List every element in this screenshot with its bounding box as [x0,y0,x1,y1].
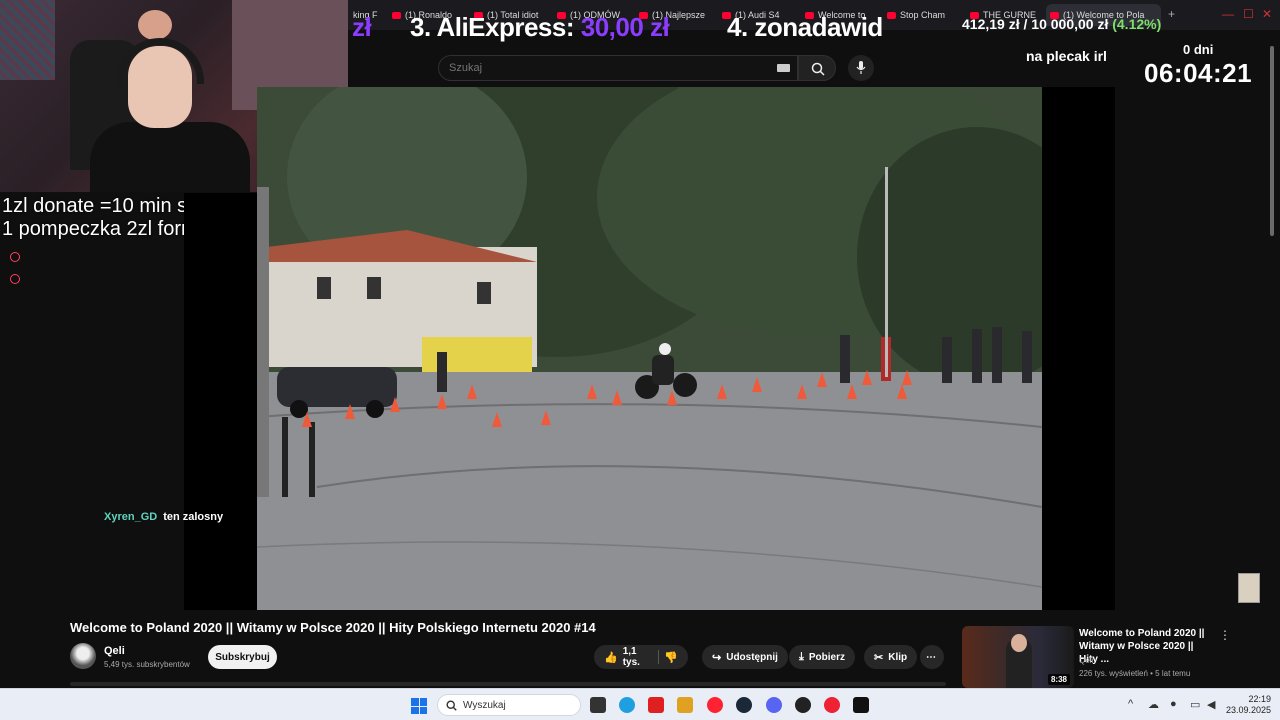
clip-label: Klip [888,651,908,663]
subscriber-count: 5,49 tys. subskrybentów [104,660,190,669]
plush-toy [138,10,172,40]
stream-side-icons [10,252,20,296]
progress-current: 412,19 zł [962,16,1020,32]
goal-amount: 30,00 zł [580,12,670,42]
video-player[interactable] [257,87,1042,610]
donation-progress: 412,19 zł / 10 000,00 zł (4.12%) [962,16,1161,32]
video-duration: 8:38 [1047,674,1070,685]
share-button[interactable]: ↪ Udostępnij [702,645,788,669]
wall-poster [0,0,55,80]
close-icon[interactable]: ✕ [1262,7,1272,21]
scissors-icon: ✂ [874,651,884,664]
download-label: Pobierz [808,651,845,663]
stream-days: 0 dni [1183,42,1214,57]
suggested-video-title[interactable]: Welcome to Poland 2020 || Witamy w Polsc… [1079,627,1214,666]
subscribe-button[interactable]: Subskrybuj [208,645,277,669]
windows-start-icon[interactable] [411,698,427,714]
deer-emote-icon [1238,573,1260,603]
more-icon: ⋯ [926,651,936,663]
steam-icon[interactable] [736,697,752,713]
video-left-letterbox [184,193,257,610]
progress-separator: / [1023,16,1028,32]
thumbs-down-icon[interactable]: 👎 [664,651,678,664]
maximize-icon[interactable]: ☐ [1243,7,1254,21]
thumbs-up-icon[interactable]: 👍 [604,651,618,664]
screen: king F (1) Ronaldo (1) Total idiot (1) O… [0,0,1280,720]
suggested-video-channel[interactable]: Qeli [1079,656,1093,665]
goal-fragment: zł [352,12,372,42]
search-button[interactable] [798,55,836,81]
youtube-icon [887,11,896,19]
youtube-icon [392,11,401,19]
chat-text: ten zalosny [163,511,224,523]
app-icon[interactable] [824,697,840,713]
search-icon [446,699,457,711]
tray-chevron-icon[interactable]: ^ [1128,698,1133,710]
clip-button[interactable]: ✂ Klip [864,645,918,669]
video-right-letterbox [1042,87,1115,610]
channel-avatar[interactable] [70,643,96,669]
minimize-icon[interactable]: — [1222,7,1234,21]
cloud-icon[interactable]: ☁ [1148,698,1159,711]
kebab-menu-icon[interactable]: ⋮ [1219,628,1231,642]
settings-icon[interactable] [10,274,20,284]
download-button[interactable]: ⤓ Pobierz [789,645,855,669]
taskbar-search[interactable]: Wyszukaj [437,694,581,716]
video-frame [257,87,1042,610]
goal-zonadawid: 4. zonadawid [727,12,883,42]
search-input[interactable] [439,56,759,80]
browser-tab[interactable]: Stop Cham [883,4,953,26]
search-box [438,55,798,81]
description-box-edge [70,682,946,686]
clock-date: 23.09.2025 [1226,705,1272,715]
edge-icon[interactable] [619,697,635,713]
stream-timer: 06:04:21 [1144,58,1253,88]
tab-label: Stop Cham [900,10,946,20]
goal-plecak: na plecak irl [1026,48,1107,64]
task-view-icon[interactable] [590,697,606,713]
new-tab-icon[interactable]: + [1168,7,1175,21]
like-divider [658,650,660,664]
suggested-video-thumbnail[interactable]: 8:38 [962,626,1074,688]
share-icon: ↪ [712,651,722,664]
share-label: Udostępnij [726,651,778,663]
like-dislike-group: 👍 1,1 tys. 👎 [594,645,688,669]
snipping-tool-icon[interactable] [677,697,693,713]
voice-search-button[interactable] [848,55,874,81]
channel-name[interactable]: Qeli [104,645,125,657]
opera-icon[interactable] [707,697,723,713]
discord-icon[interactable] [766,697,782,713]
volume-icon[interactable]: ◀ [1207,698,1215,711]
thumbnail-face [1011,634,1027,652]
search-icon [811,62,825,76]
windows-taskbar: Wyszukaj ^ ☁ ● ▭ ◀ 22:19 23.09.2025 [0,688,1280,720]
suggested-video-meta: 226 tys. wyświetleń • 5 lat temu [1079,669,1191,678]
goal-aliexpress: 3. AliExpress: 30,00 zł [410,12,670,43]
mic-tray-icon[interactable]: ● [1170,698,1177,710]
system-clock[interactable]: 22:19 23.09.2025 [1226,694,1271,716]
video-title: Welcome to Poland 2020 || Witamy w Polsc… [70,620,596,635]
microphone-icon [856,61,866,74]
page-scrollbar[interactable] [1270,46,1274,236]
taskbar-search-label: Wyszukaj [463,699,506,711]
heart-icon[interactable] [10,252,20,262]
streamer-body [90,122,250,192]
chat-username: Xyren_GD [104,511,158,523]
progress-target: 10 000,00 zł [1031,16,1109,32]
keyboard-icon[interactable] [777,64,790,72]
clock-time: 22:19 [1248,694,1272,704]
more-actions-button[interactable]: ⋯ [920,645,944,669]
tiktok-icon[interactable] [853,697,869,713]
download-icon: ⤓ [799,650,804,663]
obs-icon[interactable] [795,697,811,713]
youtube-app-icon[interactable] [648,697,664,713]
chat-message: Xyren_GD ten zalosny [104,511,223,523]
progress-percent: (4.12%) [1112,16,1162,32]
goal-label: 3. AliExpress: [410,12,575,42]
network-icon[interactable]: ▭ [1190,698,1200,711]
like-count[interactable]: 1,1 tys. [623,646,654,668]
